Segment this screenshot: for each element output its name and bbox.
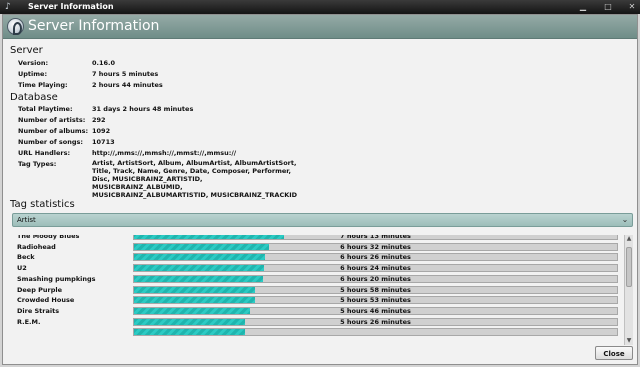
stat-playtime: 6 hours 24 minutes <box>340 264 411 273</box>
stat-artist-name: Beck <box>17 253 35 262</box>
stat-artist-name: Radiohead <box>17 242 56 251</box>
stat-progress-bar: 7 hours 13 minutes <box>133 235 618 240</box>
stat-row: Crowded House 5 hours 53 minutes <box>12 295 624 306</box>
stat-progress-bar: 5 hours 26 minutes <box>133 317 618 326</box>
stat-artist-name: Deep Purple <box>17 285 63 294</box>
close-window-icon[interactable]: ✕ <box>627 2 637 12</box>
tag-types-line-5: MUSICBRAINZ_ALBUMARTISTID, MUSICBRAINZ_T… <box>92 191 298 199</box>
tag-types-label: Tag Types: <box>18 160 57 168</box>
scroll-down-icon[interactable]: ▼ <box>625 337 633 345</box>
scroll-up-icon[interactable]: ▲ <box>625 235 633 243</box>
stat-playtime: 6 hours 32 minutes <box>340 242 411 251</box>
stat-playtime: 6 hours 26 minutes <box>340 253 411 262</box>
total-playtime-label: Total Playtime: <box>18 105 73 113</box>
songs-count-value: 10713 <box>92 138 115 146</box>
albums-count-value: 1092 <box>92 127 111 135</box>
stat-playtime: 6 hours 20 minutes <box>340 274 411 283</box>
stat-row: R.E.M. 5 hours 26 minutes <box>12 317 624 328</box>
tag-statistics-heading: Tag statistics <box>10 199 75 210</box>
stat-artist-name: The Moody Blues <box>17 235 80 240</box>
stat-row: Radiohead 6 hours 32 minutes <box>12 242 624 253</box>
stat-progress-bar: 6 hours 32 minutes <box>133 242 618 251</box>
stat-row: U2 6 hours 24 minutes <box>12 263 624 274</box>
stat-progress-bar <box>133 328 618 337</box>
server-information-dialog: Server Information Server Version: 0.16.… <box>2 14 638 365</box>
stat-progress-bar: 6 hours 20 minutes <box>133 274 618 283</box>
time-playing-value: 2 hours 44 minutes <box>92 81 163 89</box>
total-playtime-value: 31 days 2 hours 48 minutes <box>92 105 194 113</box>
stat-row: The Moody Blues 7 hours 13 minutes <box>12 235 624 242</box>
stat-playtime: 7 hours 13 minutes <box>340 235 411 240</box>
url-handlers-label: URL Handlers: <box>18 149 71 157</box>
uptime-label: Uptime: <box>18 70 48 78</box>
stat-playtime: 5 hours 46 minutes <box>340 306 411 315</box>
music-player-logo <box>7 18 24 35</box>
stat-artist-name: Dire Straits <box>17 306 60 315</box>
stat-progress-bar: 6 hours 26 minutes <box>133 253 618 262</box>
albums-count-label: Number of albums: <box>18 127 89 135</box>
scroll-thumb[interactable] <box>626 247 632 287</box>
server-heading: Server <box>10 45 43 56</box>
close-button[interactable]: Close <box>595 346 633 360</box>
time-playing-label: Time Playing: <box>18 81 68 89</box>
stat-artist-name: U2 <box>17 264 27 273</box>
stat-row: Beck 6 hours 26 minutes <box>12 252 624 263</box>
stat-artist-name: Smashing pumpkings <box>17 274 96 283</box>
artists-count-value: 292 <box>92 116 106 124</box>
stat-progress-bar: 5 hours 58 minutes <box>133 285 618 294</box>
stat-playtime: 5 hours 26 minutes <box>340 317 411 326</box>
stat-progress-bar: 5 hours 46 minutes <box>133 306 618 315</box>
window-titlebar[interactable]: ♪ Server Information ▁ □ ✕ <box>0 0 640 14</box>
stat-row: Smashing pumpkings 6 hours 20 minutes <box>12 274 624 285</box>
close-button-label: Close <box>603 350 625 358</box>
chevron-down-icon[interactable]: ⌄ <box>620 215 630 225</box>
stat-playtime: 5 hours 58 minutes <box>340 285 411 294</box>
music-note-icon[interactable]: ♪ <box>5 2 14 12</box>
stat-progress-bar: 6 hours 24 minutes <box>133 264 618 273</box>
dialog-header-title: Server Information <box>28 18 160 34</box>
stat-row <box>12 327 624 338</box>
stat-row: Deep Purple 5 hours 58 minutes <box>12 285 624 296</box>
dialog-header: Server Information <box>3 15 637 39</box>
stats-scrollbar[interactable]: ▲ ▼ <box>624 235 633 345</box>
version-label: Version: <box>18 59 49 67</box>
url-handlers-value: http://,mms://,mmsh://,mmst://,mmsu:// <box>92 149 237 157</box>
stat-playtime: 5 hours 53 minutes <box>340 296 411 305</box>
version-value: 0.16.0 <box>92 59 116 67</box>
window-title: Server Information <box>28 2 114 11</box>
uptime-value: 7 hours 5 minutes <box>92 70 159 78</box>
stat-artist-name: Crowded House <box>17 296 75 305</box>
tag-statistics-list[interactable]: The Moody Blues 7 hours 13 minutes Radiohe… <box>12 235 624 345</box>
tag-type-select[interactable]: Artist ⌄ <box>12 213 633 227</box>
stat-row: Dire Straits 5 hours 46 minutes <box>12 306 624 317</box>
stat-progress-bar: 5 hours 53 minutes <box>133 296 618 305</box>
artists-count-label: Number of artists: <box>18 116 86 124</box>
maximize-icon[interactable]: □ <box>603 2 613 12</box>
stat-artist-name: R.E.M. <box>17 317 41 326</box>
database-heading: Database <box>10 92 58 103</box>
stat-progress-fill <box>134 329 246 336</box>
songs-count-label: Number of songs: <box>18 138 84 146</box>
tag-type-selected: Artist <box>17 216 36 224</box>
minimize-icon[interactable]: ▁ <box>578 2 588 12</box>
